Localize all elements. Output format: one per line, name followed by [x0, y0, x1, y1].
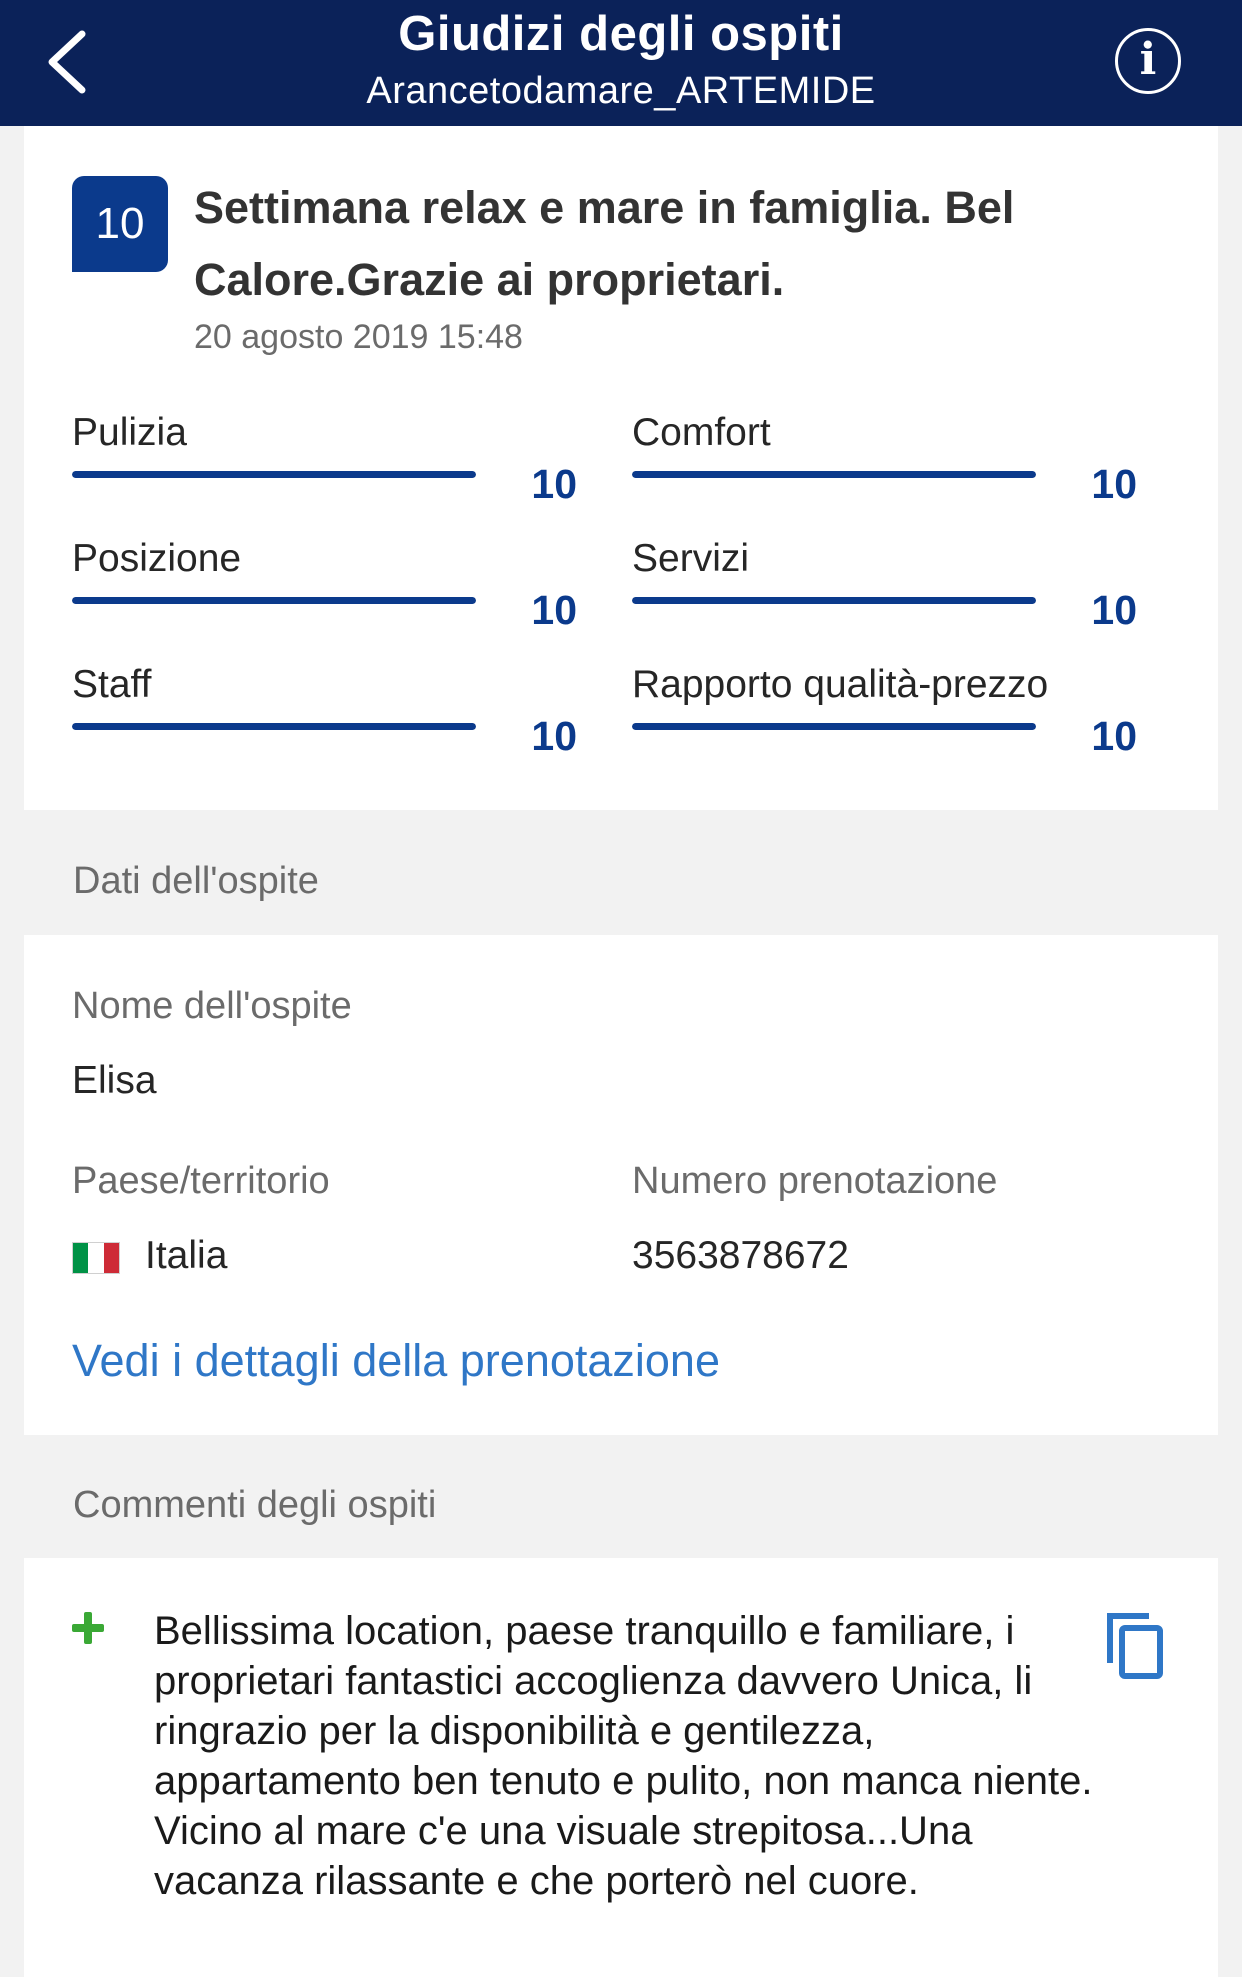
- positive-comment-text: Bellissima location, paese tranquillo e …: [154, 1609, 1093, 1903]
- rating-label: Servizi: [632, 537, 750, 580]
- comments-section-heading: Commenti degli ospiti: [73, 1484, 437, 1526]
- rating-value: 10: [1091, 461, 1137, 507]
- rating-value: 10: [1091, 587, 1137, 633]
- review-title: Settimana relax e mare in famiglia. Bel …: [194, 182, 1015, 305]
- score-badge: 10: [72, 176, 168, 272]
- rating-bar: [632, 597, 1036, 604]
- rating-bar-fill: [72, 597, 476, 604]
- rating-bar: [72, 723, 476, 730]
- flag-stripe: [73, 1243, 89, 1273]
- guest-card: Nome dell'ospite Elisa Paese/territorio …: [24, 935, 1218, 1435]
- rating-label: Comfort: [632, 411, 771, 454]
- rating-bar-fill: [72, 471, 476, 478]
- rating-value: 10: [531, 461, 577, 507]
- rating-pulizia: Pulizia 10: [72, 411, 632, 511]
- rating-bar-fill: [632, 471, 1036, 478]
- rating-staff: Staff 10: [72, 663, 632, 763]
- flag-stripe: [103, 1243, 119, 1273]
- booking-number-label: Numero prenotazione: [632, 1160, 998, 1202]
- italy-flag-icon: [72, 1242, 120, 1274]
- rating-value: 10: [1091, 713, 1137, 759]
- comments-card: Bellissima location, paese tranquillo e …: [24, 1558, 1218, 1977]
- property-name: Arancetodamare_ARTEMIDE: [366, 70, 876, 112]
- rating-value: 10: [531, 713, 577, 759]
- booking-number-value: 3563878672: [632, 1234, 849, 1277]
- rating-bar: [72, 597, 476, 604]
- page-title: Giudizi degli ospiti: [398, 7, 844, 61]
- rating-bar-fill: [72, 723, 476, 730]
- guest-name-label: Nome dell'ospite: [72, 985, 352, 1027]
- rating-servizi: Servizi 10: [632, 537, 1192, 637]
- guest-section-heading: Dati dell'ospite: [73, 860, 319, 902]
- country-label: Paese/territorio: [72, 1160, 330, 1202]
- info-icon[interactable]: i: [1115, 28, 1181, 94]
- rating-bar-fill: [632, 597, 1036, 604]
- rating-bar: [72, 471, 476, 478]
- rating-value: 10: [531, 587, 577, 633]
- review-date: 20 agosto 2019 15:48: [194, 318, 523, 356]
- copy-icon[interactable]: [1104, 1610, 1168, 1682]
- rating-bar-fill: [632, 723, 1036, 730]
- rating-label: Rapporto qualità-prezzo: [632, 663, 1049, 706]
- booking-details-link[interactable]: Vedi i dettagli della prenotazione: [72, 1335, 720, 1387]
- review-card: 10 Settimana relax e mare in famiglia. B…: [24, 126, 1218, 810]
- rating-rapporto-qualita-prezzo: Rapporto qualità-prezzo 10: [632, 663, 1192, 763]
- rating-label: Pulizia: [72, 411, 187, 454]
- rating-comfort: Comfort 10: [632, 411, 1192, 511]
- rating-label: Staff: [72, 663, 152, 706]
- rating-posizione: Posizione 10: [72, 537, 632, 637]
- rating-bar: [632, 723, 1036, 730]
- plus-icon: [70, 1610, 106, 1646]
- country-value: Italia: [145, 1234, 228, 1277]
- rating-bar: [632, 471, 1036, 478]
- flag-stripe: [88, 1243, 104, 1273]
- guest-name-value: Elisa: [72, 1059, 157, 1102]
- top-navigation-bar: Giudizi degli ospiti Arancetodamare_ARTE…: [0, 0, 1242, 126]
- rating-label: Posizione: [72, 537, 242, 580]
